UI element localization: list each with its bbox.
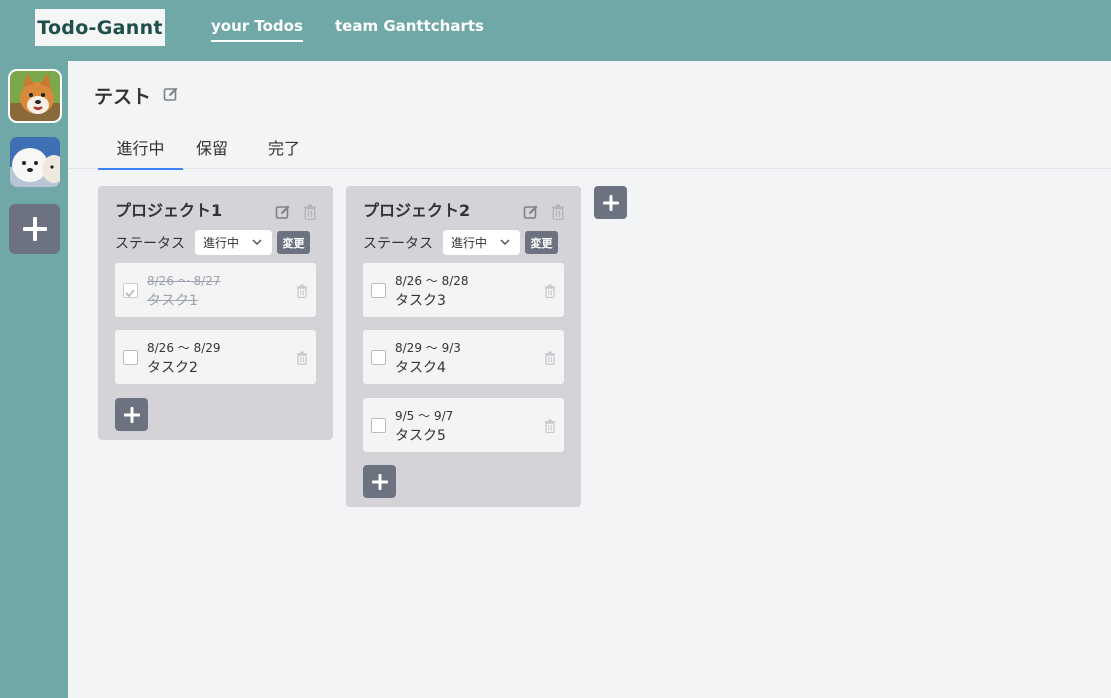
task-card[interactable]: 8/29 〜 9/3 タスク4 <box>363 330 564 384</box>
project-column: プロジェクト2 ステータス 進行中 変更 8/26 〜 8/28 タスク3 8/… <box>346 186 581 507</box>
trash-icon <box>304 204 316 221</box>
nav-team-ganttcharts[interactable]: team Ganttcharts <box>335 17 484 35</box>
add-project-button[interactable] <box>594 186 627 219</box>
plus-icon <box>371 473 388 490</box>
status-select[interactable]: 進行中 <box>443 230 520 255</box>
project-column: プロジェクト1 ステータス 進行中 変更 8/26 〜 8/27 タスク1 8/… <box>98 186 333 440</box>
tab-on-hold[interactable]: 保留 <box>196 135 228 168</box>
edit-title-icon[interactable] <box>163 86 179 106</box>
status-tabs: 進行中 保留 完了 <box>68 126 1111 170</box>
task-name: タスク5 <box>395 428 446 444</box>
task-name: タスク2 <box>147 360 198 376</box>
app-logo[interactable]: Todo-Gannt <box>35 9 165 46</box>
project-title: プロジェクト2 <box>363 201 471 220</box>
task-dates: 8/26 〜 8/27 <box>147 274 221 288</box>
shiba-dog-avatar-image <box>10 71 60 121</box>
edit-project-icon[interactable] <box>523 204 539 224</box>
task-checkbox[interactable] <box>371 283 386 298</box>
trash-icon <box>544 419 556 434</box>
delete-project-icon[interactable] <box>303 204 317 224</box>
status-select-value: 進行中 <box>451 236 488 250</box>
plus-icon <box>22 217 47 241</box>
pencil-square-icon <box>163 87 178 101</box>
delete-task-icon[interactable] <box>296 350 308 369</box>
task-checkbox[interactable] <box>371 418 386 433</box>
task-checkbox[interactable] <box>371 350 386 365</box>
add-task-button[interactable] <box>115 398 148 431</box>
tab-in-progress[interactable]: 進行中 <box>98 135 183 170</box>
change-status-button[interactable]: 変更 <box>525 231 558 254</box>
status-select-value: 進行中 <box>203 236 240 250</box>
delete-task-icon[interactable] <box>296 283 308 302</box>
trash-icon <box>544 284 556 299</box>
check-icon <box>125 289 135 298</box>
sidebar <box>0 61 68 698</box>
status-label: ステータス <box>363 236 433 252</box>
task-checkbox[interactable] <box>123 283 138 298</box>
chevron-down-icon <box>252 236 262 250</box>
status-select[interactable]: 進行中 <box>195 230 272 255</box>
edit-project-icon[interactable] <box>275 204 291 224</box>
task-card[interactable]: 8/26 〜 8/29 タスク2 <box>115 330 316 384</box>
add-task-button[interactable] <box>363 465 396 498</box>
chevron-down-icon <box>500 236 510 250</box>
task-name: タスク3 <box>395 293 446 309</box>
plus-icon <box>602 194 619 211</box>
task-card[interactable]: 8/26 〜 8/27 タスク1 <box>115 263 316 317</box>
task-card[interactable]: 8/26 〜 8/28 タスク3 <box>363 263 564 317</box>
task-dates: 8/26 〜 8/29 <box>147 341 221 355</box>
trash-icon <box>296 284 308 299</box>
delete-task-icon[interactable] <box>544 350 556 369</box>
plus-icon <box>123 406 140 423</box>
task-checkbox[interactable] <box>123 350 138 365</box>
trash-icon <box>296 351 308 366</box>
tab-completed[interactable]: 完了 <box>268 135 300 168</box>
status-label: ステータス <box>115 236 185 252</box>
add-user-button[interactable] <box>9 204 60 254</box>
pencil-square-icon <box>275 205 290 219</box>
task-dates: 8/29 〜 9/3 <box>395 341 461 355</box>
delete-task-icon[interactable] <box>544 418 556 437</box>
page-title: テスト <box>94 86 152 108</box>
task-dates: 8/26 〜 8/28 <box>395 274 469 288</box>
samoyed-dog-avatar-image <box>10 137 60 187</box>
task-name: タスク4 <box>395 360 446 376</box>
trash-icon <box>552 204 564 221</box>
task-card[interactable]: 9/5 〜 9/7 タスク5 <box>363 398 564 452</box>
nav-your-todos[interactable]: your Todos <box>211 17 303 42</box>
task-name: タスク1 <box>147 293 198 309</box>
avatar-shiba[interactable] <box>8 69 62 123</box>
task-dates: 9/5 〜 9/7 <box>395 409 454 423</box>
trash-icon <box>544 351 556 366</box>
delete-project-icon[interactable] <box>551 204 565 224</box>
project-title: プロジェクト1 <box>115 201 223 220</box>
delete-task-icon[interactable] <box>544 283 556 302</box>
change-status-button[interactable]: 変更 <box>277 231 310 254</box>
avatar-samoyed[interactable] <box>10 137 60 187</box>
pencil-square-icon <box>523 205 538 219</box>
top-navbar: Todo-Gannt your Todos team Ganttcharts <box>0 0 1111 61</box>
